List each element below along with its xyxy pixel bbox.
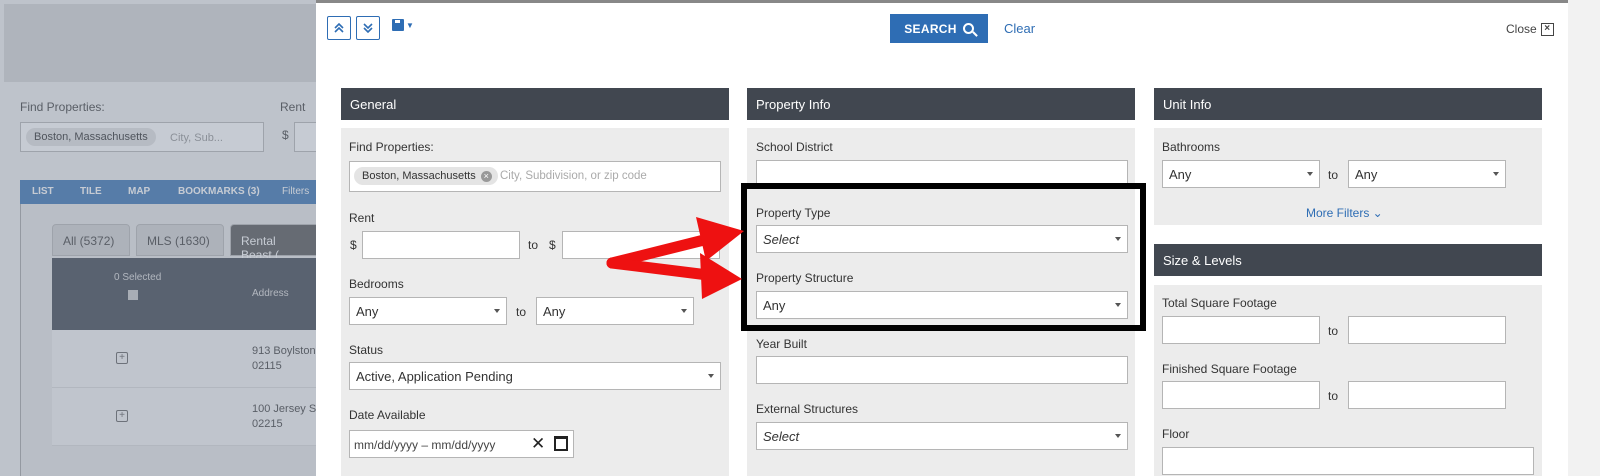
chevron-down-icon (1115, 434, 1121, 438)
status-select[interactable]: Active, Application Pending (349, 362, 721, 390)
search-button-label: SEARCH (904, 21, 957, 36)
clear-date-icon[interactable]: ✕ (531, 434, 545, 454)
location-chip-label: Boston, Massachusetts (362, 170, 476, 182)
external-structures-select[interactable]: Select (756, 422, 1128, 450)
search-icon (962, 23, 974, 34)
external-structures-label: External Structures (756, 402, 859, 416)
total-sqft-min-input[interactable] (1162, 316, 1320, 344)
bathrooms-max-select[interactable]: Any (1348, 160, 1506, 188)
bathrooms-label: Bathrooms (1162, 140, 1221, 154)
close-label: Close (1506, 22, 1537, 36)
close-button[interactable]: Close × (1506, 22, 1554, 36)
search-filters-modal: ▼ SEARCH Clear Close × General Find Prop… (316, 0, 1568, 476)
modal-backdrop[interactable] (0, 0, 322, 476)
caret-down-icon: ▼ (406, 20, 414, 30)
finished-sqft-label: Finished Square Footage (1162, 362, 1297, 376)
save-search-button[interactable]: ▼ (392, 19, 414, 31)
rent-max-dollar: $ (549, 238, 556, 252)
bedrooms-max-select[interactable]: Any (536, 297, 694, 325)
double-chevron-down-icon (363, 23, 373, 33)
bedrooms-to-label: to (516, 305, 527, 319)
remove-chip-icon[interactable]: × (480, 170, 492, 182)
date-available-label: Date Available (349, 408, 426, 422)
collapse-all-button[interactable] (327, 16, 351, 40)
date-range-value: mm/dd/yyyy – mm/dd/yyyy (354, 438, 496, 452)
search-button[interactable]: SEARCH (890, 14, 988, 43)
floor-input[interactable] (1162, 447, 1534, 475)
rent-label: Rent (349, 211, 375, 225)
general-section-header[interactable]: General (341, 88, 729, 120)
clear-link[interactable]: Clear (1004, 21, 1035, 36)
highlight-box (741, 183, 1146, 331)
finished-sqft-max-input[interactable] (1348, 381, 1506, 409)
year-built-input[interactable] (756, 356, 1128, 384)
year-built-label: Year Built (756, 337, 807, 351)
bathrooms-to-label: to (1328, 168, 1339, 182)
chevron-down-icon (1493, 172, 1499, 176)
location-chip: Boston, Massachusetts × (354, 167, 498, 185)
bedrooms-max-value: Any (543, 304, 566, 319)
floor-label: Floor (1162, 427, 1190, 441)
bathrooms-min-value: Any (1169, 167, 1192, 182)
total-sqft-to-label: to (1328, 324, 1339, 338)
school-district-label: School District (756, 140, 833, 154)
chevron-down-icon (494, 309, 500, 313)
rent-to-label: to (528, 238, 539, 252)
external-structures-value: Select (763, 429, 800, 444)
double-chevron-up-icon (334, 23, 344, 33)
rent-max-input[interactable] (562, 231, 720, 259)
property-info-section-header[interactable]: Property Info (747, 88, 1135, 120)
unit-info-section-header[interactable]: Unit Info (1154, 88, 1542, 120)
calendar-icon[interactable] (554, 436, 568, 451)
expand-all-button[interactable] (356, 16, 380, 40)
total-sqft-label: Total Square Footage (1162, 296, 1277, 310)
find-properties-label: Find Properties: (349, 140, 434, 154)
total-sqft-max-input[interactable] (1348, 316, 1506, 344)
more-filters-link[interactable]: More Filters ⌄ (1306, 206, 1383, 220)
finished-sqft-to-label: to (1328, 389, 1339, 403)
size-levels-section-header[interactable]: Size & Levels (1154, 244, 1542, 276)
status-label: Status (349, 343, 384, 357)
date-available-input[interactable]: mm/dd/yyyy – mm/dd/yyyy ✕ (349, 430, 574, 458)
bathrooms-max-value: Any (1355, 167, 1378, 182)
save-icon (392, 19, 404, 31)
rent-min-input[interactable] (362, 231, 520, 259)
status-value: Active, Application Pending (356, 369, 513, 384)
chevron-down-icon (1307, 172, 1313, 176)
bedrooms-min-select[interactable]: Any (349, 297, 507, 325)
bathrooms-min-select[interactable]: Any (1162, 160, 1320, 188)
rent-min-dollar: $ (350, 238, 357, 252)
find-properties-placeholder: City, Subdivision, or zip code (500, 170, 647, 182)
bedrooms-min-value: Any (356, 304, 379, 319)
chevron-down-icon (708, 374, 714, 378)
chevron-down-icon (681, 309, 687, 313)
finished-sqft-min-input[interactable] (1162, 381, 1320, 409)
close-icon: × (1540, 22, 1554, 36)
bedrooms-label: Bedrooms (349, 277, 404, 291)
